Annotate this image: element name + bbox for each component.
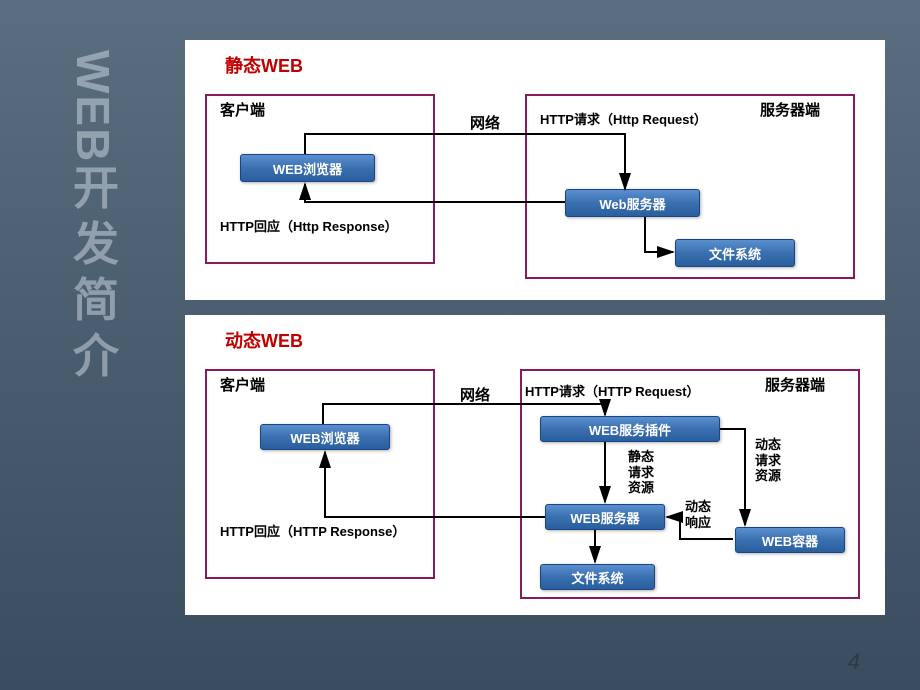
static-web-panel: 静态WEB 客户端 服务器端 网络 HTTP请求（Http Request） H… <box>185 40 885 300</box>
dynamic-title: 动态WEB <box>225 327 870 353</box>
client-label: 客户端 <box>220 99 265 120</box>
filesystem-dyn: 文件系统 <box>540 564 655 590</box>
static-diagram: 客户端 服务器端 网络 HTTP请求（Http Request） HTTP回应（… <box>205 84 865 294</box>
http-response-dyn: HTTP回应（HTTP Response） <box>220 524 405 540</box>
static-title: 静态WEB <box>225 52 870 78</box>
page-number: 4 <box>848 649 860 675</box>
container-box: WEB容器 <box>735 527 845 553</box>
title-chs: 开发简介 <box>67 163 119 387</box>
plugin-box: WEB服务插件 <box>540 416 720 442</box>
webserver-dyn: WEB服务器 <box>545 504 665 530</box>
filesystem-box: 文件系统 <box>675 239 795 267</box>
http-request-label: HTTP请求（Http Request） <box>540 112 707 128</box>
server-label-dyn: 服务器端 <box>765 374 825 395</box>
client-label-dyn: 客户端 <box>220 374 265 395</box>
slide-title-vertical: WEB开发简介 <box>60 50 126 387</box>
dyn-req-label: 动态 请求 资源 <box>755 437 781 484</box>
http-request-dyn: HTTP请求（HTTP Request） <box>525 384 700 400</box>
client-group-dyn <box>205 369 435 579</box>
server-label: 服务器端 <box>760 99 820 120</box>
browser-dyn: WEB浏览器 <box>260 424 390 450</box>
dyn-resp-label: 动态 响应 <box>685 499 711 530</box>
static-req-label: 静态 请求 资源 <box>628 449 654 496</box>
dynamic-diagram: 客户端 服务器端 网络 HTTP请求（HTTP Request） HTTP回应（… <box>205 359 865 604</box>
title-eng: WEB <box>67 50 119 163</box>
browser-box: WEB浏览器 <box>240 154 375 182</box>
dynamic-web-panel: 动态WEB 客户端 服务器端 网络 HTTP请求（HTTP Request） H… <box>185 315 885 615</box>
network-label: 网络 <box>470 112 500 133</box>
webserver-box: Web服务器 <box>565 189 700 217</box>
http-response-label: HTTP回应（Http Response） <box>220 219 398 235</box>
network-label-dyn: 网络 <box>460 384 490 405</box>
